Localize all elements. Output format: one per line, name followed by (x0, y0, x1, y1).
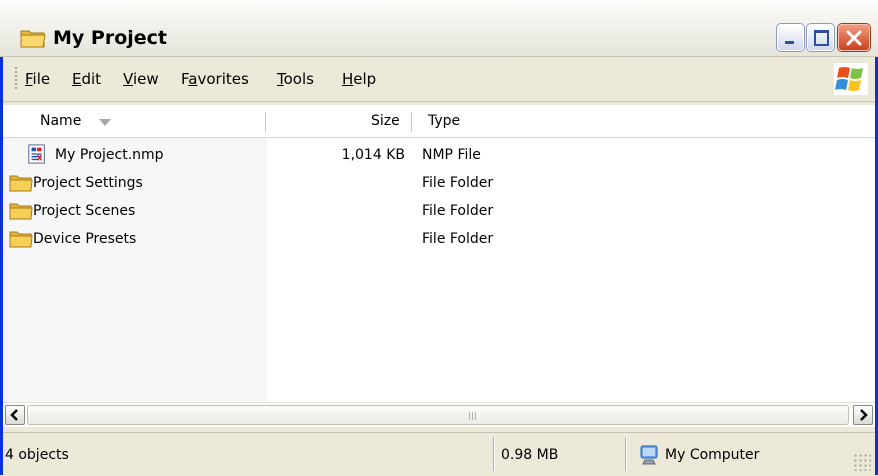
toolbar-grip[interactable] (15, 67, 17, 91)
maximize-button[interactable] (807, 24, 834, 51)
file-name: Device Presets (33, 231, 137, 247)
my-computer-icon (640, 445, 658, 465)
file-type: File Folder (422, 203, 494, 219)
column-headers: Name Size Type (3, 105, 875, 138)
horizontal-scrollbar[interactable] (3, 402, 875, 427)
list-item[interactable]: Project Scenes File Folder (3, 198, 875, 224)
list-item[interactable]: Project Settings File Folder (3, 170, 875, 196)
menu-edit[interactable]: Edit (72, 70, 101, 88)
folder-icon (9, 231, 33, 248)
menu-favorites[interactable]: Favorites (181, 70, 249, 88)
folder-icon (20, 30, 46, 48)
file-name: Project Settings (33, 175, 143, 191)
file-type: File Folder (422, 231, 494, 247)
menu-view[interactable]: View (123, 70, 159, 88)
minimize-button[interactable] (777, 24, 804, 51)
menu-bar: File Edit View Favorites Tools Help (3, 57, 875, 102)
menu-file[interactable]: File (25, 70, 50, 88)
file-type: NMP File (422, 147, 481, 163)
file-name: Project Scenes (33, 203, 136, 219)
sort-down-arrow-icon (99, 119, 111, 126)
chevron-left-icon (10, 409, 18, 421)
status-divider (625, 437, 626, 471)
column-type[interactable]: Type (428, 113, 460, 129)
nmp-file-icon (28, 144, 45, 164)
status-divider (493, 437, 494, 471)
menu-tools[interactable]: Tools (277, 70, 314, 88)
window-title: My Project (53, 27, 167, 49)
close-icon (846, 30, 862, 46)
resize-grip-icon[interactable] (853, 453, 871, 471)
windows-logo-icon (834, 63, 868, 95)
file-list: My Project.nmp 1,014 KB NMP File Project… (3, 138, 875, 402)
file-name: My Project.nmp (55, 147, 164, 163)
chevron-right-icon (860, 409, 868, 421)
list-item[interactable]: My Project.nmp 1,014 KB NMP File (3, 142, 875, 168)
column-name[interactable]: Name (40, 113, 81, 129)
column-size[interactable]: Size (371, 113, 400, 129)
explorer-window: My Project File Edit View Favorites Tool… (0, 0, 878, 476)
list-item[interactable]: Device Presets File Folder (3, 226, 875, 252)
scroll-left-button[interactable] (5, 405, 25, 425)
file-size: 1,014 KB (341, 147, 405, 163)
folder-icon (9, 175, 33, 192)
column-divider[interactable] (411, 112, 412, 132)
menu-help[interactable]: Help (342, 70, 376, 88)
title-bar[interactable]: My Project (0, 0, 878, 57)
file-type: File Folder (422, 175, 494, 191)
scroll-thumb[interactable] (27, 405, 849, 425)
location-label: My Computer (665, 447, 760, 463)
close-button[interactable] (838, 24, 870, 51)
grip-icon (469, 412, 478, 420)
column-divider[interactable] (265, 112, 266, 132)
total-size: 0.98 MB (501, 447, 559, 463)
object-count: 4 objects (5, 447, 69, 463)
status-bar: 4 objects 0.98 MB My Computer (3, 432, 875, 476)
scroll-right-button[interactable] (853, 405, 873, 425)
folder-icon (9, 203, 33, 220)
